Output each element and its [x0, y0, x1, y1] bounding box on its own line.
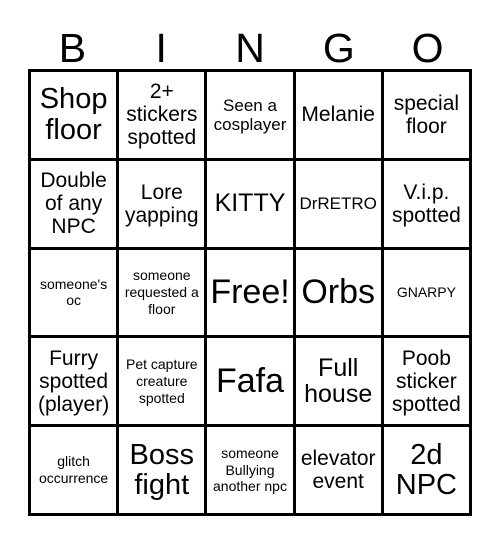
- bingo-header-letter-b: B: [58, 25, 87, 71]
- bingo-cell[interactable]: glitch occurrence: [31, 427, 120, 516]
- bingo-cell[interactable]: someone's oc: [31, 249, 120, 339]
- bingo-cell-label: special floor: [393, 91, 460, 138]
- bingo-cell-label: Pet capture creature spotted: [125, 356, 198, 406]
- bingo-cell[interactable]: Melanie: [295, 72, 384, 161]
- bingo-free-space-cell[interactable]: Free!: [207, 249, 296, 339]
- bingo-cell-label: Poob sticker spotted: [391, 346, 461, 416]
- bingo-cell-label: Melanie: [301, 103, 375, 127]
- bingo-header-row: B I N G O: [28, 14, 472, 69]
- bingo-cell-label: Boss fight: [129, 438, 195, 502]
- bingo-grid: Shop floor 2+ stickers spotted Seen a cosp…: [28, 69, 472, 516]
- bingo-cell[interactable]: special floor: [383, 72, 472, 161]
- bingo-cell-label: Free!: [210, 272, 290, 311]
- bingo-cell[interactable]: DrRETRO: [295, 160, 384, 250]
- bingo-cell-label: glitch occurrence: [38, 453, 109, 487]
- bingo-cell-label: GNARPY: [396, 284, 456, 301]
- bingo-cell-label: Orbs: [301, 272, 376, 311]
- bingo-cell-label: Furry spotted (player): [38, 346, 110, 416]
- bingo-card: B I N G O Shop floor 2+ stickers spotted S…: [0, 0, 501, 544]
- bingo-cell[interactable]: GNARPY: [383, 249, 472, 339]
- bingo-cell[interactable]: elevator event: [295, 427, 384, 516]
- bingo-cell-label: Seen a cosplayer: [213, 95, 287, 134]
- bingo-cell[interactable]: Furry spotted (player): [31, 338, 120, 428]
- bingo-cell[interactable]: Boss fight: [119, 427, 208, 516]
- bingo-cell[interactable]: Orbs: [295, 249, 384, 339]
- bingo-cell-label: Double of any NPC: [40, 169, 107, 239]
- bingo-cell-label: DrRETRO: [299, 194, 377, 213]
- bingo-cell[interactable]: someone requested a floor: [119, 249, 208, 339]
- bingo-cell-label: elevator event: [300, 447, 376, 494]
- bingo-cell[interactable]: Shop floor: [31, 72, 120, 161]
- bingo-cell[interactable]: KITTY: [207, 160, 296, 250]
- bingo-cell-label: 2d NPC: [395, 438, 457, 502]
- bingo-cell[interactable]: Full house: [295, 338, 384, 428]
- bingo-cell-label: Lore yapping: [125, 180, 199, 227]
- bingo-cell[interactable]: Seen a cosplayer: [207, 72, 296, 161]
- bingo-cell-label: Shop floor: [39, 83, 108, 146]
- bingo-cell-label: someone's oc: [39, 275, 108, 309]
- bingo-header-letter-n: N: [235, 25, 265, 71]
- bingo-cell-label: Fafa: [215, 361, 285, 400]
- bingo-cell-label: someone Bullying another npc: [213, 444, 287, 495]
- bingo-cell-label: 2+ stickers spotted: [126, 80, 198, 150]
- bingo-header-letter-o: O: [411, 25, 444, 71]
- bingo-header-letter-i: I: [155, 25, 167, 71]
- bingo-cell[interactable]: Double of any NPC: [31, 160, 120, 250]
- bingo-cell[interactable]: Poob sticker spotted: [383, 338, 472, 428]
- bingo-cell[interactable]: Lore yapping: [119, 160, 208, 250]
- bingo-cell[interactable]: 2d NPC: [383, 427, 472, 516]
- bingo-cell[interactable]: Pet capture creature spotted: [119, 338, 208, 428]
- bingo-cell[interactable]: V.i.p. spotted: [383, 160, 472, 250]
- bingo-header-letter-g: G: [322, 25, 355, 71]
- bingo-cell-label: KITTY: [214, 189, 286, 218]
- bingo-cell-label: V.i.p. spotted: [391, 180, 461, 227]
- bingo-cell-label: Full house: [304, 353, 373, 409]
- bingo-cell[interactable]: someone Bullying another npc: [207, 427, 296, 516]
- bingo-cell-label: someone requested a floor: [124, 267, 199, 317]
- bingo-cell[interactable]: 2+ stickers spotted: [119, 72, 208, 161]
- bingo-cell[interactable]: Fafa: [207, 338, 296, 428]
